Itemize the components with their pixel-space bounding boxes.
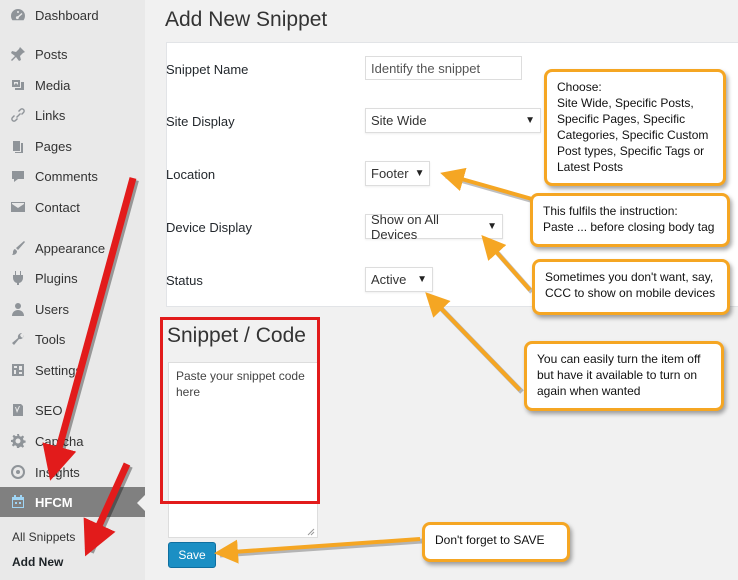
code-heading: Snippet / Code [167,324,306,347]
sidebar-item-label: Captcha [35,433,84,449]
seo-icon [9,401,27,419]
snippet-name-input[interactable]: Identify the snippet [365,56,522,80]
orange-arrow-save [214,537,423,564]
insights-icon [9,463,27,481]
chevron-down-icon: ▼ [525,115,535,126]
gear-icon [9,432,27,450]
sidebar-item-plugins[interactable]: Plugins [0,263,145,293]
location-value: Footer [371,166,409,181]
orange-arrow-status [425,292,524,394]
sidebar-item-appearance[interactable]: Appearance [0,233,145,263]
link-icon [9,106,27,124]
callout-status: You can easily turn the item off but hav… [524,341,724,411]
callout-line: Categories, Specific Custom [557,128,709,142]
sidebar-item-label: Links [35,107,66,123]
resize-grip-icon[interactable] [305,526,315,536]
plugin-icon [9,269,27,287]
sidebar-item-users[interactable]: Users [0,294,145,324]
sidebar-item-label: Pages [35,138,72,154]
callout-line: Specific Pages, Specific [557,112,686,126]
sidebar-item-contact[interactable]: Contact [0,192,145,222]
sidebar-item-dashboard[interactable]: Dashboard [0,0,145,30]
sidebar-item-settings[interactable]: Settings [0,355,145,385]
callout-line: Paste ... before closing body tag [543,220,715,234]
sidebar-item-label: SEO [35,402,63,418]
sidebar-item-label: Tools [35,331,66,347]
sidebar-item-label: Posts [35,46,68,62]
submenu-all-snippets[interactable]: All Snippets [12,530,75,544]
settings-icon [9,361,27,379]
sidebar-item-media[interactable]: Media [0,70,145,100]
sidebar-item-label: Dashboard [35,7,99,23]
callout-line: This fulfils the instruction: [543,204,678,218]
sidebar-item-label: Media [35,77,71,93]
sidebar-item-label: Appearance [35,240,106,256]
location-select[interactable]: Footer ▼ [365,161,430,186]
chevron-down-icon: ▼ [417,274,427,285]
snippet-name-label: Snippet Name [166,62,249,77]
chevron-down-icon: ▼ [414,168,425,179]
sidebar-item-captcha[interactable]: Captcha [0,426,145,456]
comment-icon [9,167,27,185]
page-title: Add New Snippet [165,8,328,31]
callout-line: Site Wide, Specific Posts, [557,96,694,110]
sidebar-item-label: Contact [35,199,80,215]
sidebar-item-posts[interactable]: Posts [0,39,145,69]
callout-footer-instruction: This fulfils the instruction: Paste ... … [530,193,730,247]
pages-icon [9,137,27,155]
sidebar-item-comments[interactable]: Comments [0,161,145,191]
sidebar-item-label: Insights [35,464,80,480]
wrench-icon [9,330,27,348]
sidebar-item-seo[interactable]: SEO [0,395,145,425]
callout-line: Don't forget to SAVE [435,533,545,547]
mail-icon [9,198,27,216]
callout-line: CCC to show on mobile devices [545,286,716,300]
device-display-value: Show on All Devices [371,211,439,242]
callout-line: Latest Posts [557,160,624,174]
site-display-value: Site Wide [371,113,427,128]
sidebar-item-hfcm[interactable]: HFCM [0,487,145,517]
site-display-label: Site Display [166,114,235,129]
sidebar-item-label: Users [35,301,69,317]
sidebar-item-tools[interactable]: Tools [0,324,145,354]
callout-line: Post types, Specific Tags or [557,144,705,158]
user-icon [9,300,27,318]
site-display-select[interactable]: Site Wide ▼ [365,108,541,133]
sidebar-item-insights[interactable]: Insights [0,457,145,487]
active-menu-pointer [137,495,145,511]
brush-icon [9,239,27,257]
calendar-icon [9,493,27,511]
status-select[interactable]: Active ▼ [365,267,433,292]
callout-line: You can easily turn the item off [537,352,701,366]
sidebar-item-label: Plugins [35,270,78,286]
admin-sidebar: Dashboard Posts Media Links Pages Commen… [0,0,145,580]
chevron-down-icon: ▼ [487,221,497,232]
status-label: Status [166,273,203,288]
dashboard-icon [9,6,27,24]
status-value: Active [371,272,407,287]
location-label: Location [166,167,216,182]
sidebar-item-label: Settings [35,362,82,378]
sidebar-item-pages[interactable]: Pages [0,131,145,161]
pin-icon [9,45,27,63]
callout-save-reminder: Don't forget to SAVE [422,522,570,562]
device-display-label: Device Display [166,220,252,235]
sidebar-item-label: Comments [35,168,98,184]
callout-site-display-options: Choose: Site Wide, Specific Posts, Speci… [544,69,726,186]
device-display-select[interactable]: Show on All Devices ▼ [365,211,503,242]
sidebar-item-label: HFCM [35,494,73,510]
callout-line: Sometimes you don't want, say, [545,270,714,284]
sidebar-item-links[interactable]: Links [0,100,145,130]
media-icon [9,76,27,94]
callout-line: again when wanted [537,384,641,398]
submenu-add-new[interactable]: Add New [12,555,63,569]
save-button[interactable]: Save [168,542,216,568]
callout-device-display: Sometimes you don't want, say, CCC to sh… [532,259,730,315]
callout-line: Choose: [557,80,602,94]
callout-line: but have it available to turn on [537,368,698,382]
